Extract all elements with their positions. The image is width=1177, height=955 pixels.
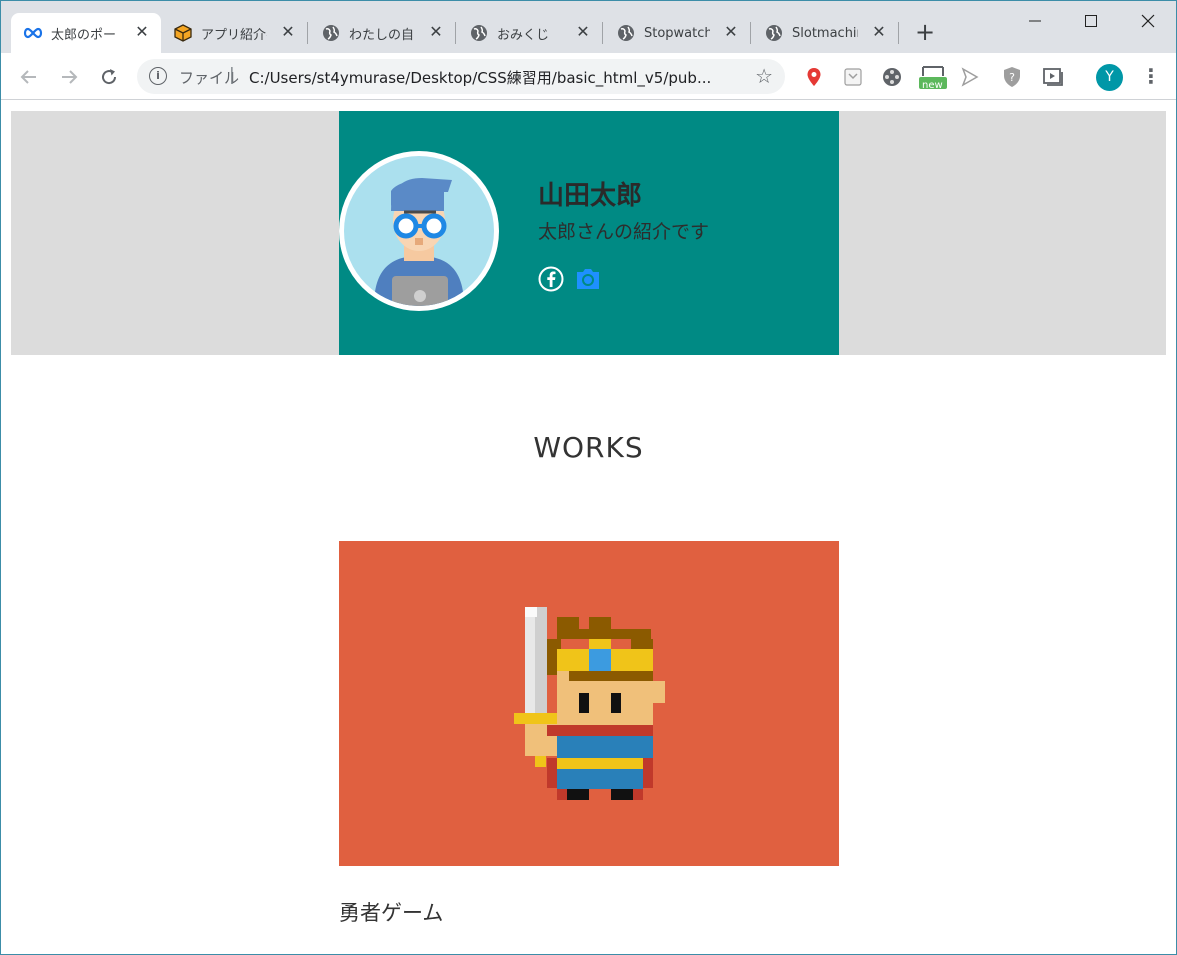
shield-icon[interactable]: ? (1000, 65, 1024, 89)
tab-title: アプリ紹介ページ (201, 27, 267, 43)
forward-button[interactable] (55, 63, 83, 91)
close-icon (1141, 14, 1155, 28)
kebab-menu-icon[interactable]: ⋮ (1141, 65, 1161, 89)
profile-name: 山田太郎 (538, 181, 643, 211)
avatar-illustration (344, 156, 494, 306)
tab-portfolio[interactable]: 太郎のポートフォリオ ✕ (11, 13, 161, 53)
back-arrow-icon (20, 70, 36, 84)
scheme-divider: | (229, 65, 235, 85)
new-tab-button[interactable]: + (913, 20, 937, 45)
pocket-extension-icon[interactable] (841, 65, 865, 89)
profile-intro: 太郎さんの紹介です (538, 221, 710, 243)
profile-card: 山田太郎 太郎さんの紹介です (339, 111, 839, 355)
tab-title: 太郎のポートフォリオ (51, 27, 117, 43)
tab-separator (455, 22, 456, 44)
reader-extension-icon[interactable]: new (919, 65, 947, 91)
window-close-button[interactable] (1125, 9, 1171, 33)
close-icon[interactable]: ✕ (870, 23, 888, 41)
minimize-icon (1029, 20, 1041, 22)
globe-icon (321, 23, 341, 43)
minimize-button[interactable] (1012, 9, 1058, 33)
tab-separator (602, 22, 603, 44)
maximize-icon (1085, 15, 1097, 27)
close-icon[interactable]: ✕ (574, 23, 592, 41)
film-reel-icon[interactable] (881, 65, 905, 89)
tab-omikuji[interactable]: おみくじ ✕ (457, 13, 602, 53)
globe-icon (764, 23, 784, 43)
tab-title: Slotmachine (792, 25, 858, 41)
bookmark-star-icon[interactable]: ☆ (755, 64, 773, 88)
works-heading: WORKS (533, 431, 644, 464)
work-card-hero-game[interactable] (339, 541, 839, 866)
tab-title: おみくじ (497, 27, 550, 43)
tab-strip: 太郎のポートフォリオ ✕ アプリ紹介ページ ✕ わたしの自己紹介 ✕ おみくじ … (1, 1, 1176, 53)
social-links (538, 266, 602, 292)
back-button[interactable] (15, 63, 43, 91)
tab-app-intro[interactable]: アプリ紹介ページ ✕ (161, 13, 307, 53)
info-icon[interactable]: i (149, 67, 167, 85)
close-icon[interactable]: ✕ (133, 23, 151, 41)
close-icon[interactable]: ✕ (427, 23, 445, 41)
maximize-button[interactable] (1068, 9, 1114, 33)
profile-hero: 山田太郎 太郎さんの紹介です (11, 111, 1166, 355)
forward-arrow-icon (62, 70, 78, 84)
globe-icon (616, 23, 636, 43)
profile-avatar-button[interactable]: Y (1096, 64, 1123, 91)
browser-toolbar: i ファイル | C:/Users/st4ymurase/Desktop/CSS… (1, 53, 1176, 100)
avatar (339, 151, 499, 311)
infinity-icon (23, 23, 43, 43)
map-pin-icon[interactable] (802, 65, 826, 89)
pixel-hero-image (514, 607, 665, 800)
tab-separator (750, 22, 751, 44)
tab-title: わたしの自己紹介 (349, 27, 415, 43)
tab-slotmachine[interactable]: Slotmachine ✕ (752, 13, 898, 53)
page-viewport: 山田太郎 太郎さんの紹介です WORKS 勇者ゲーム (1, 101, 1176, 954)
box-icon (173, 23, 193, 43)
reload-button[interactable] (95, 63, 123, 91)
tab-separator (898, 22, 899, 44)
browser-window: 太郎のポートフォリオ ✕ アプリ紹介ページ ✕ わたしの自己紹介 ✕ おみくじ … (0, 0, 1177, 955)
tab-self-intro[interactable]: わたしの自己紹介 ✕ (309, 13, 455, 53)
svg-text:?: ? (1009, 71, 1015, 84)
close-icon[interactable]: ✕ (279, 23, 297, 41)
reload-icon (102, 69, 117, 85)
facebook-icon[interactable] (538, 266, 564, 292)
url-text[interactable]: C:/Users/st4ymurase/Desktop/CSS練習用/basic… (249, 67, 745, 88)
video-extension-icon[interactable] (1041, 65, 1065, 89)
tab-stopwatch[interactable]: Stopwatch ✕ (604, 13, 750, 53)
tab-title: Stopwatch (644, 25, 710, 41)
tab-separator (307, 22, 308, 44)
address-bar[interactable]: i ファイル | C:/Users/st4ymurase/Desktop/CSS… (137, 59, 785, 94)
close-icon[interactable]: ✕ (722, 23, 740, 41)
new-badge: new (922, 80, 943, 91)
globe-icon (469, 23, 489, 43)
camera-icon[interactable] (574, 266, 602, 292)
work-title[interactable]: 勇者ゲーム (339, 897, 443, 927)
cursor-extension-icon[interactable] (958, 65, 982, 89)
